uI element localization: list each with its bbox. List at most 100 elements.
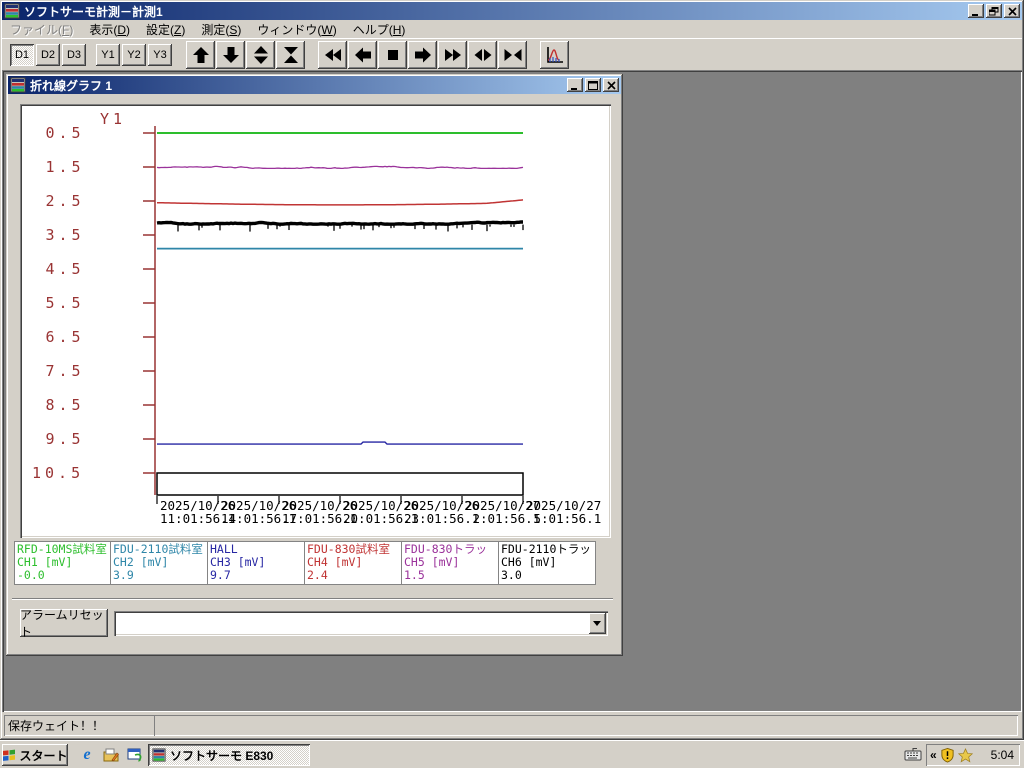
legend-cell-ch6: FDU-2110トラッ CH6 [mV] 3.0 [499,541,596,585]
jump-end-button[interactable] [438,41,467,69]
svg-text:2.5: 2.5 [46,192,85,210]
mdi-client-area: 折れ線グラフ 1 Y1 0.5 1.5 2.5 3.5 4.5 5.5 6.5 7.5 8.5 9.… [2,70,1022,712]
start-label: スタート [19,748,68,763]
graph-window-icon [10,77,26,93]
compress-vertical-icon [283,47,298,63]
status-empty-panel [154,715,1018,736]
svg-text:5.5: 5.5 [46,294,85,312]
legend-cell-ch3: HALL CH3 [mV] 9.7 [208,541,305,585]
graph-close-button[interactable] [603,78,619,92]
menu-item-0: ファイル(F) [10,22,74,37]
svg-text:6.5: 6.5 [46,328,85,346]
minimize-button[interactable] [968,4,984,18]
move-up-icon [192,47,209,63]
svg-text:5:01:56.1: 5:01:56.1 [534,511,602,526]
toolbar-button-d2[interactable]: D2 [36,44,60,66]
legend-current-value: 9.7 [210,568,231,582]
chart-plot-area: Y1 0.5 1.5 2.5 3.5 4.5 5.5 6.5 7.5 8.5 9.5 10.5 2025… [20,104,611,538]
svg-text:3.5: 3.5 [46,226,85,244]
graph-maximize-button[interactable] [585,78,601,92]
graph-window: 折れ線グラフ 1 Y1 0.5 1.5 2.5 3.5 4.5 5.5 6.5 7.5 8.5 9.… [6,74,623,656]
stop-button[interactable] [378,41,407,69]
graph-window-title: 折れ線グラフ 1 [30,78,113,93]
tray-chevron[interactable]: « [930,748,937,762]
toolbar-button-y2[interactable]: Y2 [122,44,146,66]
svg-text:0.5: 0.5 [46,124,85,142]
jump-start-button[interactable] [318,41,347,69]
start-button[interactable]: スタート [2,744,68,766]
channel-legend: RFD-10MS試料室 CH1 [mV] -0.0 FDU-2110試料室 CH2 [m… [14,541,598,585]
step-back-button[interactable] [348,41,377,69]
alarm-panel: アラームリセット [12,598,613,649]
menu-item-1[interactable]: 表示(D) [81,19,138,40]
jump-start-icon [324,49,341,61]
svg-text:9.5: 9.5 [46,430,85,448]
main-window: ソフトサーモ計測－計測1 ファイル(F) 表示(D) 設定(Z) 測定(S) ウィンドウ… [0,0,1024,740]
restore-button[interactable] [986,4,1002,18]
alarm-combobox[interactable] [114,611,608,636]
step-forward-button[interactable] [408,41,437,69]
toolbar-button-y1[interactable]: Y1 [96,44,120,66]
app-icon [152,748,166,762]
menu-item-2[interactable]: 設定(Z) [138,19,193,40]
step-forward-icon [414,47,431,63]
internet-explorer-icon[interactable]: e [78,746,96,764]
chevron-down-icon [593,620,601,626]
svg-text:7.5: 7.5 [46,362,85,380]
legend-current-value: 2.4 [307,568,328,582]
graph-minimize-button[interactable] [567,78,583,92]
step-back-icon [354,47,371,63]
alarm-reset-button[interactable]: アラームリセット [20,608,108,639]
toolbar-button-d3[interactable]: D3 [62,44,86,66]
close-button[interactable] [1004,4,1020,18]
svg-text:1.5: 1.5 [46,158,85,176]
show-desktop-icon[interactable] [102,746,120,764]
svg-text:8.5: 8.5 [46,396,85,414]
expand-vertical-icon [253,46,268,64]
compress-vertical-button[interactable] [276,41,305,69]
combobox-dropdown-button[interactable] [589,613,606,634]
graph-display-button[interactable] [540,41,569,69]
taskbar: スタート e ソフトサーモ E830 « 5:04 [0,740,1024,768]
compress-horizontal-button[interactable] [498,41,527,69]
move-down-button[interactable] [216,41,245,69]
svg-text:4.5: 4.5 [46,260,85,278]
keyboard-ime-icon[interactable] [904,746,922,762]
outlook-express-icon[interactable] [126,746,144,764]
status-bar: 保存ウェイト！！ [2,712,1022,738]
svg-text:23:01:56.1: 23:01:56.1 [404,511,479,526]
menu-item-4[interactable]: ウィンドウ(W) [249,19,344,40]
stop-icon [387,50,398,60]
jump-end-icon [444,49,461,61]
app-icon [4,3,20,19]
compress-horizontal-icon [504,49,521,61]
svg-text:Y1: Y1 [100,110,126,128]
menu-item-3[interactable]: 測定(S) [193,19,249,40]
legend-cell-ch2: FDU-2110試料室 CH2 [mV] 3.9 [111,541,208,585]
legend-current-value: 3.9 [113,568,134,582]
toolbar-button-y3[interactable]: Y3 [148,44,172,66]
star-tray-icon[interactable] [957,747,973,763]
expand-horizontal-icon [474,49,491,61]
expand-vertical-button[interactable] [246,41,275,69]
status-message: 保存ウェイト！！ [8,719,105,733]
graph-display-icon [546,47,563,63]
graph-window-titlebar[interactable]: 折れ線グラフ 1 [8,76,621,94]
taskbar-clock: 5:04 [990,748,1014,762]
desktop: ソフトサーモ計測－計測1 ファイル(F) 表示(D) 設定(Z) 測定(S) ウィンドウ… [0,0,1024,768]
windows-logo-icon [3,749,16,761]
main-titlebar[interactable]: ソフトサーモ計測－計測1 [2,2,1022,20]
toolbar-button-d1[interactable]: D1 [10,44,34,66]
line-chart: Y10.51.52.53.54.55.56.57.58.59.510.52025… [32,110,602,526]
security-shield-icon[interactable] [940,747,955,763]
expand-horizontal-button[interactable] [468,41,497,69]
taskbar-app-label: ソフトサーモ E830 [170,748,274,763]
taskbar-app-button[interactable]: ソフトサーモ E830 [148,744,310,766]
legend-current-value: -0.0 [17,568,45,582]
toolbar: D1 D2 D3 Y1 Y2 Y3 [2,38,1022,71]
svg-text:2:01:56.1: 2:01:56.1 [473,511,541,526]
move-up-button[interactable] [186,41,215,69]
legend-cell-ch5: FDU-830トラッ CH5 [mV] 1.5 [402,541,499,585]
legend-current-value: 1.5 [404,568,425,582]
menu-item-5[interactable]: ヘルプ(H) [345,19,414,40]
